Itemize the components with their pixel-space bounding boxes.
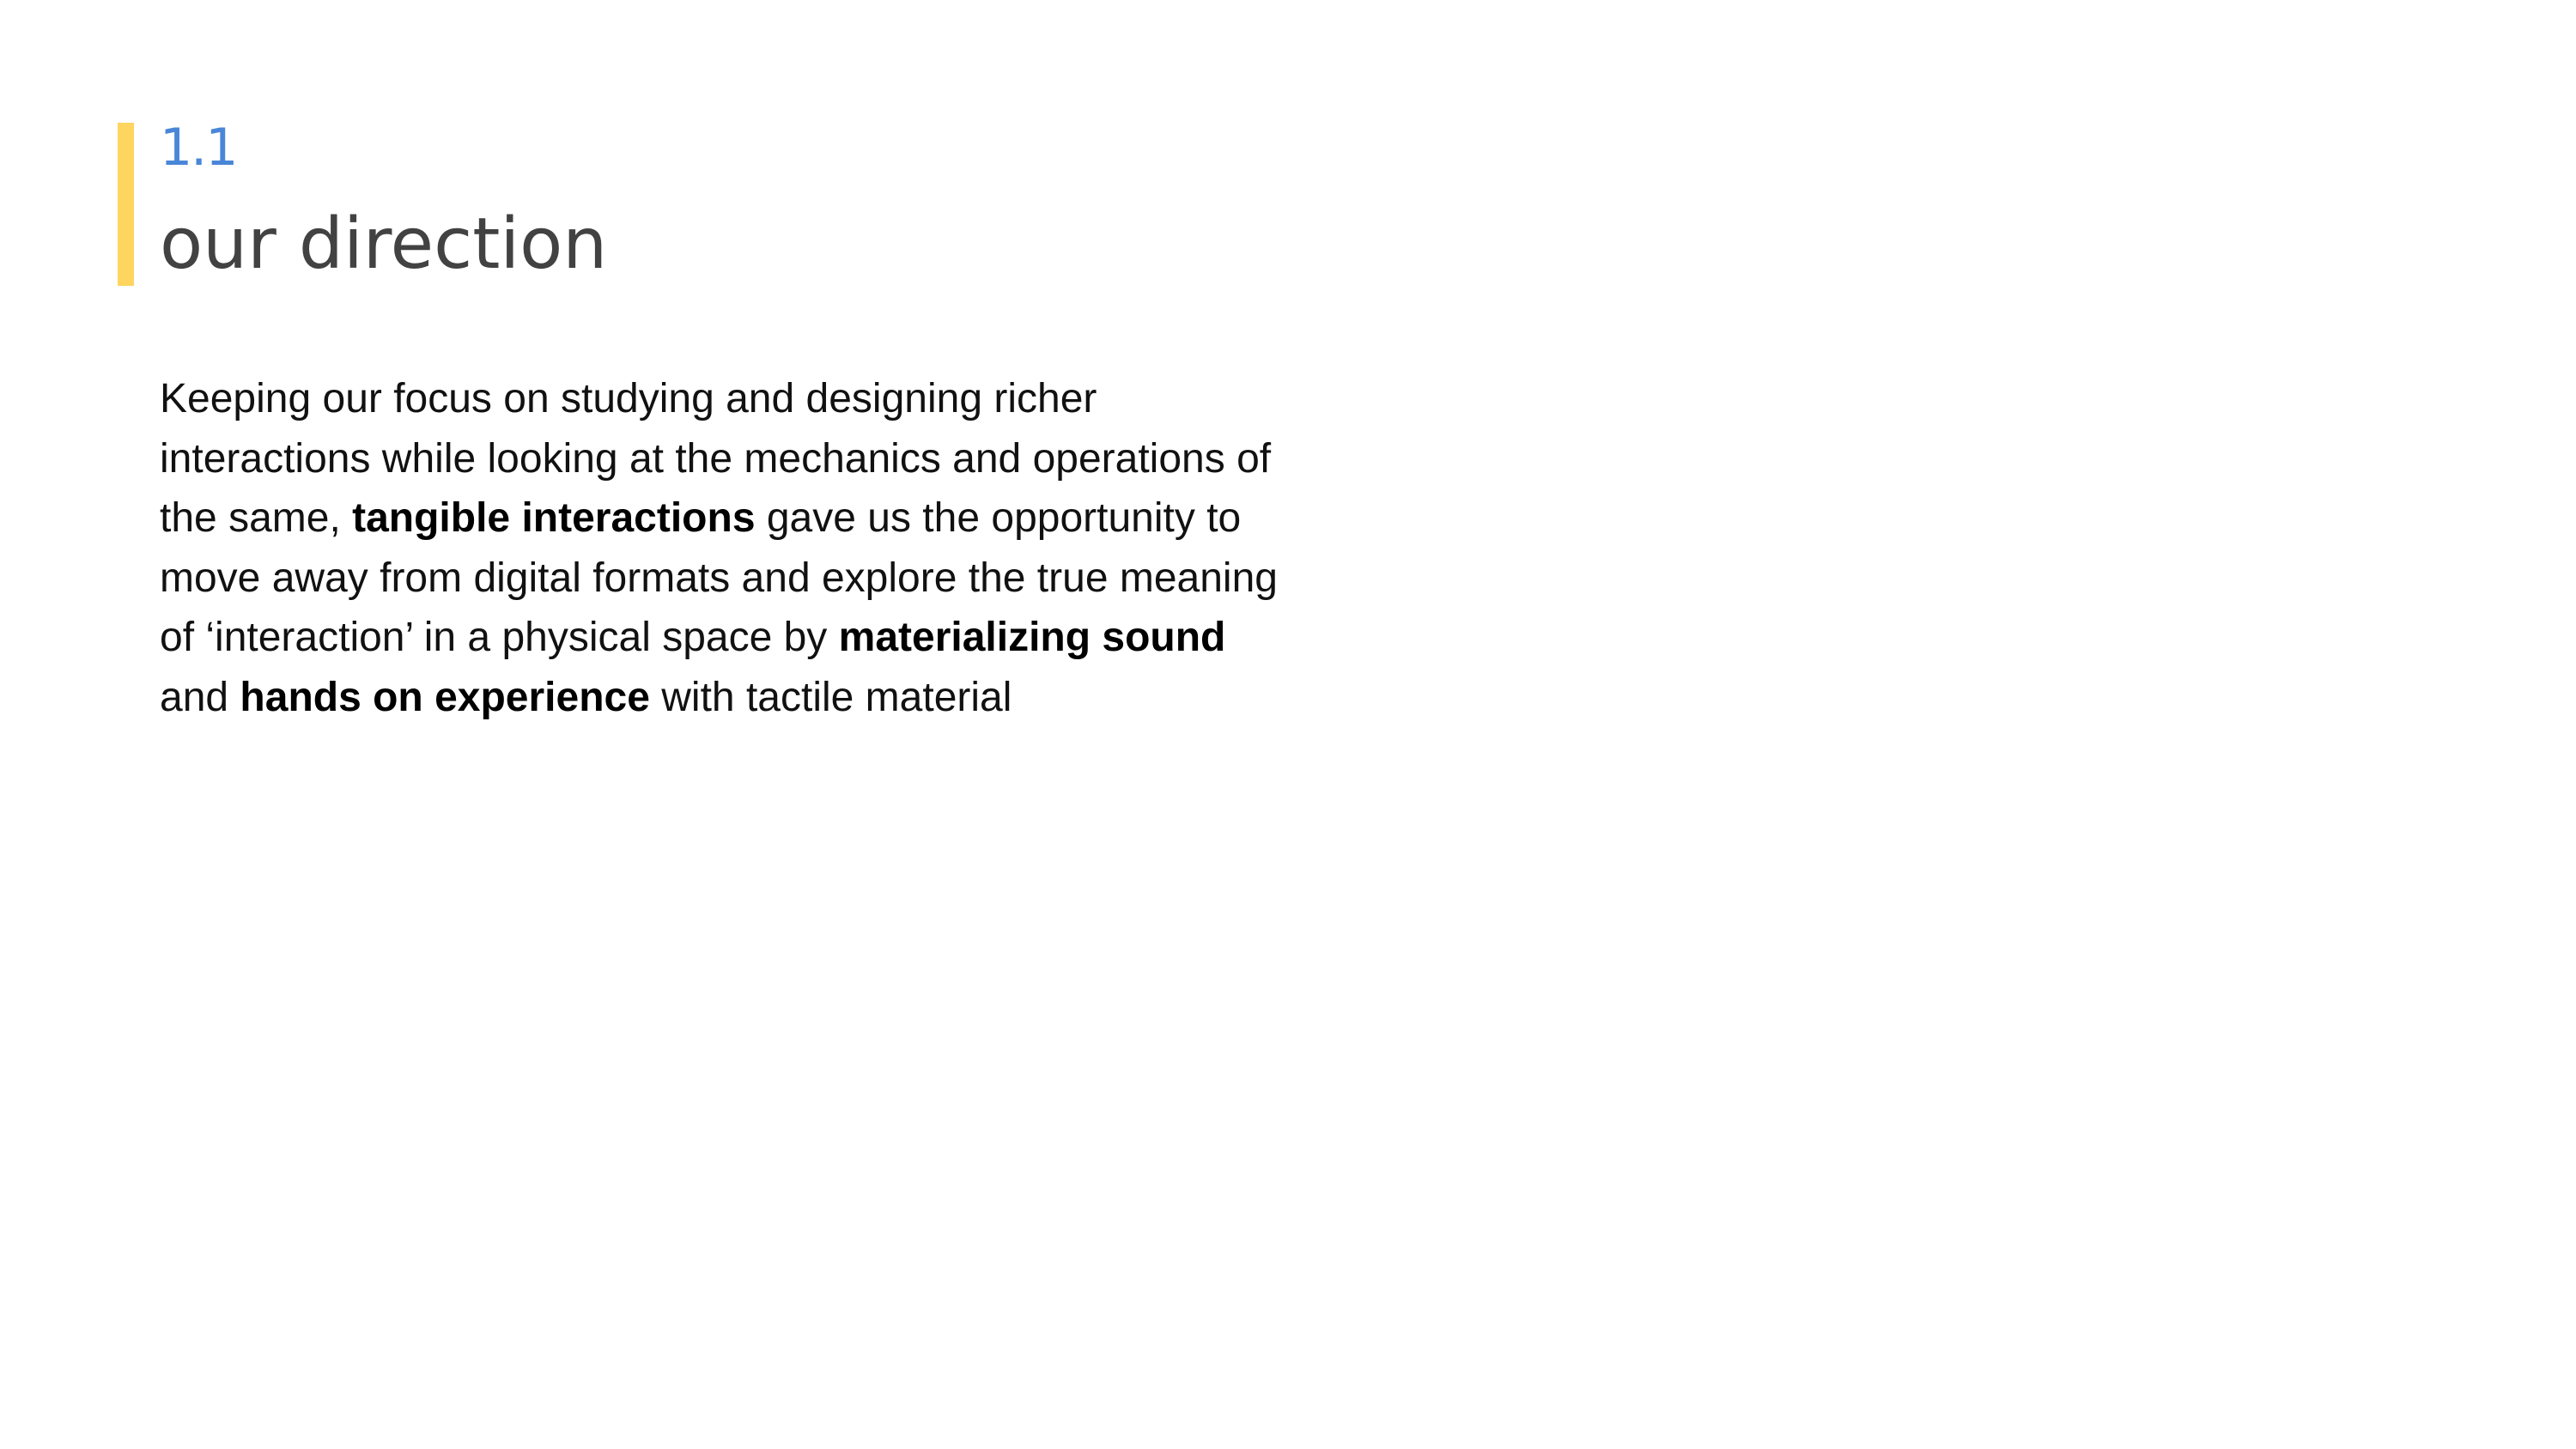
accent-bar [118,123,134,286]
body-text-segment: with tactile material [649,674,1012,720]
body-line-3: the same, tangible interactions gave us … [160,488,1362,549]
body-line-6: and hands on experience with tactile mat… [160,668,1362,728]
section-number: 1.1 [160,118,238,178]
emphasis-hands-on-experience: hands on experience [240,674,650,720]
slide: 1.1 our direction Keeping our focus on s… [0,0,2576,1449]
body-line-4: move away from digital formats and explo… [160,549,1362,609]
body-line-2: interactions while looking at the mechan… [160,429,1362,489]
body-text-segment: of ‘interaction’ in a physical space by [160,615,839,660]
emphasis-materializing-sound: materializing sound [838,615,1226,660]
section-title: our direction [160,203,608,285]
body-line-5: of ‘interaction’ in a physical space by … [160,608,1362,668]
body-text-segment: move away from digital formats and explo… [160,555,1278,601]
body-text-segment: and [160,674,240,720]
body-text-segment: gave us the opportunity to [755,495,1242,541]
body-text-segment: the same, [160,495,353,541]
body-paragraph: Keeping our focus on studying and design… [160,369,1362,727]
emphasis-tangible-interactions: tangible interactions [352,495,756,541]
body-line-1: Keeping our focus on studying and design… [160,369,1362,429]
body-text-segment: interactions while looking at the mechan… [160,435,1272,482]
body-text-segment: Keeping our focus on studying and design… [160,376,1097,421]
